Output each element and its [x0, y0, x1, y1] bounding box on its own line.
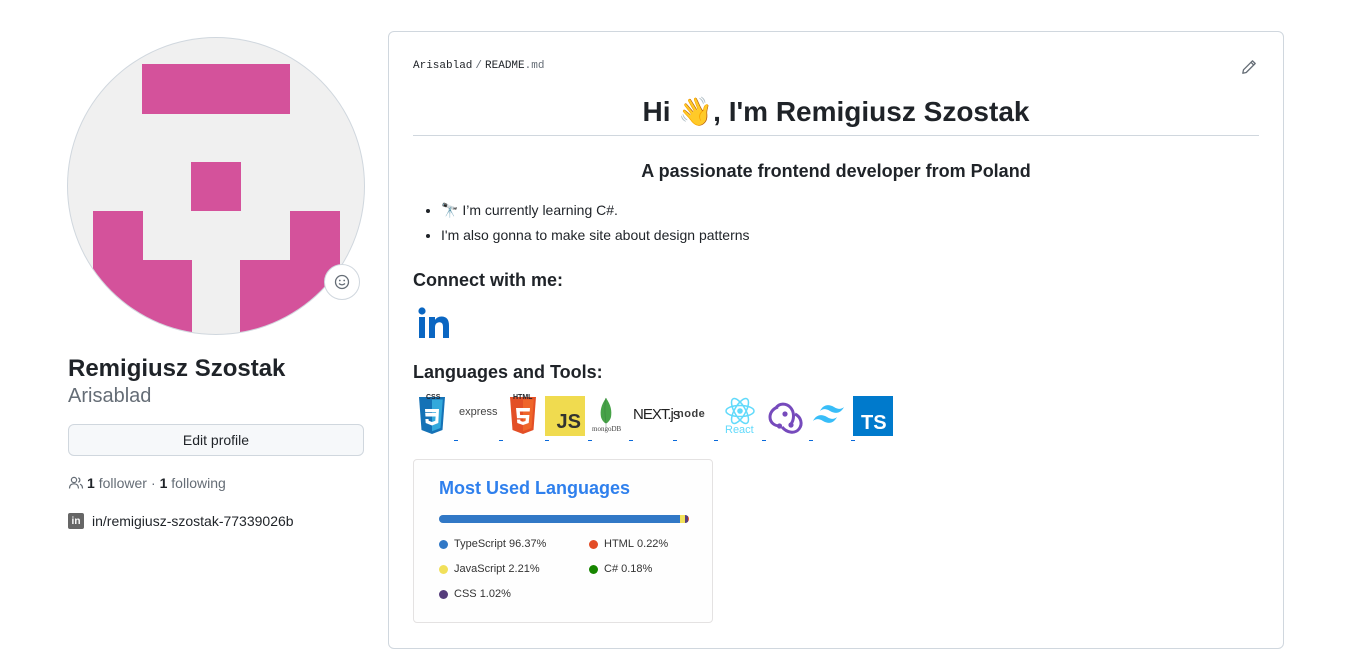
breadcrumb-file-ext: .md: [524, 60, 545, 72]
readme-card: Arisablad / README.md Hi 👋, I'm Remigiusz …: [388, 31, 1284, 649]
edit-readme-button[interactable]: [1241, 59, 1257, 80]
progress-segment-typescript: [439, 515, 680, 523]
following-label: following: [171, 475, 226, 491]
breadcrumb-separator: /: [475, 60, 483, 72]
readme-breadcrumb: Arisablad / README.md: [413, 60, 544, 72]
edit-profile-button[interactable]: Edit profile: [68, 424, 364, 456]
pencil-icon: [1242, 60, 1256, 74]
profile-username: Arisablad: [68, 385, 152, 407]
readme-title: Hi 👋, I'm Remigiusz Szostak: [642, 96, 1030, 127]
breadcrumb-file[interactable]: README: [485, 60, 525, 72]
legend-percent: 0.22%: [637, 538, 669, 550]
legend-name: JavaScript: [454, 563, 506, 575]
link-underline: [714, 440, 718, 441]
languages-heading: Languages and Tools:: [413, 362, 603, 382]
mongodb-label: mongoDB: [592, 425, 622, 433]
link-underline: [851, 440, 855, 441]
list-item: I'm also gonna to make site about design…: [441, 223, 750, 248]
languages-progress-bar: [439, 515, 689, 523]
csharp-dot: [589, 564, 598, 574]
nextjs-icon[interactable]: NEXT.js: [633, 406, 680, 423]
most-used-languages-card[interactable]: Most Used Languages TypeScript 96.37% HT…: [413, 459, 713, 623]
html5-icon[interactable]: HTML: [508, 394, 538, 441]
typescript-icon[interactable]: TS: [853, 396, 893, 436]
legend-item-typescript: TypeScript 96.37%: [439, 538, 546, 550]
linkedin-link-text[interactable]: in/remigiusz-szostak-77339026b: [92, 513, 294, 529]
people-icon: [68, 476, 84, 489]
legend-name: C#: [604, 563, 619, 575]
readme-bullets: 🔭 I’m currently learning C#. I'm also go…: [417, 198, 750, 248]
typescript-label: TS: [861, 412, 887, 434]
legend-item-csharp: C# 0.18%: [589, 563, 652, 575]
linkedin-logo-icon: [418, 307, 449, 338]
followers-label: follower: [98, 475, 147, 491]
legend-name: HTML: [604, 538, 634, 550]
legend-name: CSS: [454, 588, 477, 600]
title-divider: [413, 135, 1259, 136]
legend-percent: 2.21%: [508, 563, 540, 575]
list-item: 🔭 I’m currently learning C#.: [441, 198, 750, 223]
express-icon[interactable]: express: [459, 406, 498, 418]
following-count: 1: [159, 475, 168, 491]
link-underline: [629, 440, 633, 441]
tools-row: CSS express HTML JS mongoDB NEXT.js node…: [417, 394, 897, 443]
legend-percent: 96.37%: [509, 538, 547, 550]
identicon-pattern: [93, 64, 340, 334]
legend-item-javascript: JavaScript 2.21%: [439, 563, 540, 575]
legend-item-css: CSS 1.02%: [439, 588, 511, 600]
avatar-container: [68, 38, 364, 334]
profile-sidebar: Remigiusz Szostak Arisablad Edit profile…: [68, 38, 364, 529]
typescript-dot: [439, 539, 448, 549]
avatar[interactable]: [68, 38, 364, 334]
legend-percent: 0.18%: [621, 563, 653, 575]
javascript-label: JS: [556, 411, 581, 433]
css-dot: [439, 589, 448, 599]
link-underline: [673, 440, 677, 441]
link-underline: [499, 440, 503, 441]
legend-name: TypeScript: [454, 538, 506, 550]
profile-full-name: Remigiusz Szostak: [68, 355, 286, 382]
css3-label: CSS: [426, 394, 441, 401]
tailwind-icon[interactable]: [810, 402, 852, 433]
html5-label: HTML: [513, 394, 533, 401]
followers-link[interactable]: 1 follower: [87, 475, 147, 491]
stats-title: Most Used Languages: [439, 478, 631, 498]
follow-separator: ·: [150, 475, 156, 491]
followers-count: 1: [87, 475, 95, 491]
social-link-linkedin[interactable]: in in/remigiusz-szostak-77339026b: [68, 513, 364, 529]
linkedin-icon: in: [68, 513, 84, 529]
legend-percent: 1.02%: [479, 588, 511, 600]
react-label: React: [725, 424, 754, 436]
link-underline: [809, 440, 813, 441]
linkedin-logo-link[interactable]: [417, 306, 451, 345]
readme-subtitle: A passionate frontend developer from Pol…: [641, 161, 1031, 181]
set-status-button[interactable]: [324, 264, 360, 300]
smiley-icon: [334, 274, 350, 290]
link-underline: [545, 440, 549, 441]
link-underline: [454, 440, 458, 441]
following-link[interactable]: 1 following: [160, 475, 226, 491]
javascript-dot: [439, 564, 448, 574]
html-dot: [589, 539, 598, 549]
react-icon[interactable]: React: [723, 396, 757, 436]
connect-heading: Connect with me:: [413, 270, 564, 290]
redux-icon[interactable]: [765, 396, 807, 443]
mongodb-icon[interactable]: mongoDB: [591, 396, 627, 441]
legend-item-html: HTML 0.22%: [589, 538, 668, 550]
nodejs-label: node: [677, 408, 706, 420]
breadcrumb-owner[interactable]: Arisablad: [413, 60, 472, 72]
nodejs-icon[interactable]: node: [677, 408, 705, 420]
javascript-icon[interactable]: JS: [545, 396, 585, 436]
css3-icon[interactable]: CSS: [417, 394, 447, 441]
follow-stats: 1 follower · 1 following: [68, 475, 364, 491]
